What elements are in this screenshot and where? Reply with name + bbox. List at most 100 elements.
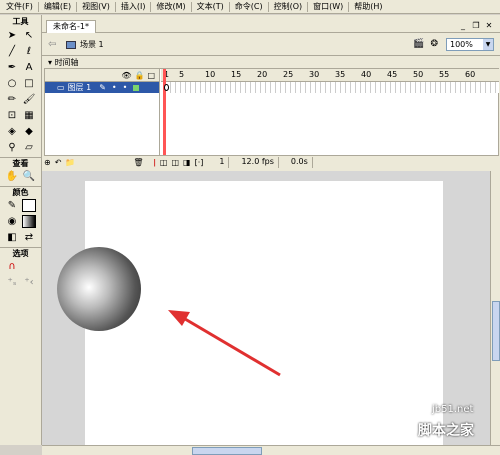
onion-markers-icon[interactable]: [·] (195, 158, 204, 167)
menu-control[interactable]: 控制(O) (270, 1, 307, 12)
playhead[interactable] (163, 69, 166, 155)
snap-magnet-icon[interactable]: ∩ (5, 260, 19, 273)
toolbox-panel: 工具 ➤ ↖ ╱ ℓ ✒ A ○ □ ✏ 🖌 ⊡ ▦ ◈ ◆ ⚲ ▱ 查看 ✋ … (0, 15, 42, 445)
eyedropper-tool-icon[interactable]: ⚲ (5, 141, 19, 154)
minimize-icon[interactable]: _ (458, 21, 468, 31)
horizontal-scroll-thumb[interactable] (192, 447, 262, 455)
layer-row[interactable]: ▭ 图层 1 ✎ • • (45, 82, 159, 93)
menu-modify[interactable]: 修改(M) (152, 1, 189, 12)
menu-help[interactable]: 帮助(H) (350, 1, 386, 12)
back-arrow-icon[interactable]: ⇦ (48, 39, 60, 50)
paint-bucket-tool-icon[interactable]: ◆ (22, 125, 36, 138)
stage[interactable] (85, 181, 443, 445)
stroke-color-icon[interactable]: ✎ (5, 199, 19, 212)
menu-separator (228, 1, 230, 12)
add-guide-icon[interactable]: ↶ (55, 158, 62, 167)
lasso-tool-icon[interactable]: ℓ (22, 45, 36, 58)
menu-bar: 文件(F) 编辑(E) 视图(V) 插入(I) 修改(M) 文本(T) 命令(C… (0, 0, 500, 14)
menu-commands[interactable]: 命令(C) (231, 1, 267, 12)
fill-swatch[interactable] (22, 215, 36, 228)
frame-tick-label: 20 (257, 70, 268, 79)
eraser-tool-icon[interactable]: ▱ (22, 141, 36, 154)
ink-bottle-tool-icon[interactable]: ◈ (5, 125, 19, 138)
vertical-scroll-thumb[interactable] (492, 301, 500, 361)
line-tool-icon[interactable]: ╱ (5, 45, 19, 58)
menu-separator (267, 1, 269, 12)
frame-tick-label: 15 (231, 70, 242, 79)
center-frame-icon[interactable]: ǀ (154, 158, 156, 167)
onion-skin-icon[interactable]: ◫ (160, 158, 168, 167)
rectangle-tool-icon[interactable]: □ (22, 77, 36, 90)
menu-edit[interactable]: 编辑(E) (40, 1, 75, 12)
menu-window[interactable]: 窗口(W) (309, 1, 347, 12)
tool-grid: ➤ ↖ ╱ ℓ ✒ A ○ □ ✏ 🖌 ⊡ ▦ ◈ ◆ ⚲ ▱ (0, 28, 41, 155)
edit-symbol-icon[interactable]: ❂ (430, 39, 438, 49)
menu-view[interactable]: 视图(V) (78, 1, 114, 12)
straighten-option-icon[interactable]: ⁺‹ (22, 276, 36, 289)
edit-multiple-icon[interactable]: ◨ (183, 158, 191, 167)
text-tool-icon[interactable]: A (22, 61, 36, 74)
timeline-header[interactable]: ▾ 时间轴 (42, 57, 500, 68)
fill-color-icon[interactable]: ◉ (5, 215, 19, 228)
scene-bar: ⇦ 场景 1 🎬 ❂ 100% ▼ (42, 34, 500, 56)
fill-transform-tool-icon[interactable]: ▦ (22, 109, 36, 122)
document-tab[interactable]: 未命名-1* (46, 20, 96, 33)
horizontal-scrollbar[interactable] (42, 445, 500, 455)
outline-color-swatch[interactable] (133, 84, 140, 91)
timeline-panel: 👁 🔒 □ ▭ 图层 1 ✎ • • 1 5 10 15 20 25 30 35 40 45 50 5… (44, 68, 499, 156)
add-layer-icon[interactable]: ⊕ (44, 158, 51, 167)
pen-tool-icon[interactable]: ✒ (5, 61, 19, 74)
hand-tool-icon[interactable]: ✋ (5, 170, 19, 183)
brush-tool-icon[interactable]: 🖌 (22, 93, 36, 106)
subselect-tool-icon[interactable]: ↖ (22, 29, 36, 42)
menu-separator (150, 1, 152, 12)
timeline-status: ⊕ ↶ 📁 🗑 ǀ ◫ ◫ ◨ [·] 1 12.0 fps 0.0s (44, 156, 499, 169)
keyframe[interactable] (164, 84, 169, 91)
lock-icon[interactable]: 🔒 (134, 71, 144, 80)
frame-tick-label: 30 (309, 70, 320, 79)
blank-option (22, 260, 36, 273)
lock-dot[interactable]: • (123, 83, 128, 92)
zoom-value: 100% (450, 40, 473, 49)
scene-tools: 🎬 ❂ (413, 39, 438, 49)
frame-tick-label: 35 (335, 70, 346, 79)
outline-icon[interactable]: □ (147, 71, 155, 80)
add-folder-icon[interactable]: 📁 (65, 158, 75, 167)
onion-outline-icon[interactable]: ◫ (171, 158, 179, 167)
oval-tool-icon[interactable]: ○ (5, 77, 19, 90)
gradient-ball[interactable] (57, 247, 141, 331)
zoom-select[interactable]: 100% ▼ (446, 38, 494, 51)
restore-icon[interactable]: ❐ (471, 21, 481, 31)
zoom-tool-icon[interactable]: 🔍 (22, 170, 36, 183)
frame-area: 1 5 10 15 20 25 30 35 40 45 50 55 60 (161, 69, 499, 155)
menu-separator (348, 1, 350, 12)
document-window: 未命名-1* _ ❐ ✕ ⇦ 场景 1 🎬 ❂ 100% ▼ ▾ 时间轴 👁 🔒… (42, 15, 500, 455)
free-transform-tool-icon[interactable]: ⊡ (5, 109, 19, 122)
view-tool-grid: ✋ 🔍 (0, 169, 41, 184)
menu-text[interactable]: 文本(T) (193, 1, 228, 12)
current-frame: 1 (215, 157, 230, 168)
close-icon[interactable]: ✕ (484, 21, 494, 31)
vertical-scrollbar[interactable] (490, 171, 500, 445)
layer-icon: ▭ (57, 83, 65, 92)
default-colors-icon[interactable]: ◧ (5, 231, 19, 244)
delete-layer-icon[interactable]: 🗑 (133, 158, 143, 167)
chevron-down-icon: ▼ (483, 39, 493, 50)
eye-icon[interactable]: 👁 (121, 71, 131, 80)
stroke-swatch[interactable] (22, 199, 36, 212)
frame-tick-label: 25 (283, 70, 294, 79)
frame-ruler[interactable]: 1 5 10 15 20 25 30 35 40 45 50 55 60 (161, 69, 499, 82)
options-grid: ∩ ⁺ₛ ⁺‹ (0, 259, 41, 290)
pencil-tool-icon[interactable]: ✏ (5, 93, 19, 106)
smooth-option-icon[interactable]: ⁺ₛ (5, 276, 19, 289)
edit-scene-icon[interactable]: 🎬 (413, 39, 424, 49)
menu-file[interactable]: 文件(F) (2, 1, 37, 12)
frame-cells[interactable] (161, 82, 499, 93)
pencil-icon: ✎ (99, 83, 106, 92)
arrow-tool-icon[interactable]: ➤ (5, 29, 19, 42)
visible-dot[interactable]: • (112, 83, 117, 92)
menu-insert[interactable]: 插入(I) (117, 1, 150, 12)
menu-separator (37, 1, 39, 12)
frame-tick-label: 50 (413, 70, 424, 79)
swap-colors-icon[interactable]: ⇄ (22, 231, 36, 244)
